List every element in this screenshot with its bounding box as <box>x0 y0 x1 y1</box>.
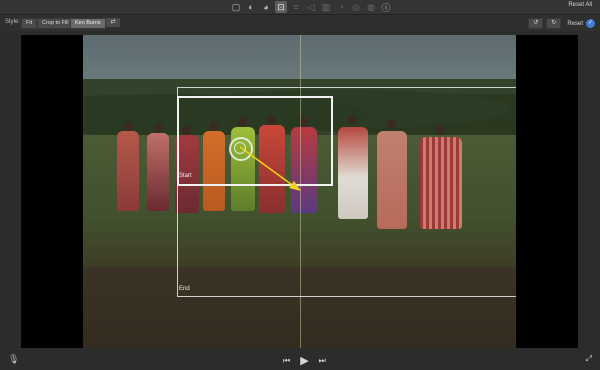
reset-all-button[interactable]: Reset All <box>568 2 592 8</box>
color-correction-icon[interactable]: ◕ <box>260 1 272 13</box>
play-icon[interactable]: ▶ <box>300 354 308 367</box>
crop-icon[interactable]: ▢ <box>230 1 242 13</box>
skip-back-icon[interactable]: ⏮ <box>283 356 290 366</box>
top-toolbar: ▢ ◐ ◕ ⊡ ⌗ ◁ ▥ ◔ ◎ ◍ ⓘ Reset All <box>0 0 600 15</box>
info-icon[interactable]: ⓘ <box>380 1 392 13</box>
style-bar: Style: Fit Crop to Fill Ken Burns ⇄ ↺ ↻ … <box>0 15 600 31</box>
skip-forward-icon[interactable]: ⏭ <box>319 356 326 366</box>
clip-filter-icon[interactable]: ◍ <box>365 1 377 13</box>
crop-to-fill-button[interactable]: Crop to Fill <box>37 18 74 29</box>
transport-controls: ⏮ ▶ ⏭ <box>283 354 326 367</box>
motion-arrow-icon <box>239 146 301 191</box>
fullscreen-icon[interactable]: ⤢ <box>586 354 592 364</box>
crop-controls: ↺ ↻ Reset ✓ <box>528 18 595 29</box>
fit-button[interactable]: Fit <box>21 18 38 29</box>
camera-icon[interactable]: ⌗ <box>290 1 302 13</box>
bottom-bar: 🎙 ⏮ ▶ ⏭ ⤢ <box>0 350 600 370</box>
viewer: Start End <box>21 35 578 348</box>
photo: Start End <box>83 35 516 348</box>
adjustment-tools: ▢ ◐ ◕ ⊡ ⌗ ◁ ▥ ◔ ◎ ◍ ⓘ <box>230 1 392 13</box>
noise-reduction-icon[interactable]: ▥ <box>320 1 332 13</box>
microphone-icon[interactable]: 🎙 <box>8 354 19 364</box>
reset-button[interactable]: Reset <box>567 21 583 27</box>
rotate-right-icon[interactable]: ↻ <box>546 18 562 29</box>
style-label: Style: <box>5 19 21 25</box>
speed-icon[interactable]: ◔ <box>335 1 347 13</box>
ken-burns-button[interactable]: Ken Burns <box>70 18 106 29</box>
color-balance-icon[interactable]: ◐ <box>245 1 257 13</box>
rotate-left-icon[interactable]: ↺ <box>528 18 544 29</box>
stabilization-icon[interactable]: ◎ <box>350 1 362 13</box>
volume-icon[interactable]: ◁ <box>305 1 317 13</box>
swap-start-end-button[interactable]: ⇄ <box>106 18 120 27</box>
apply-check-icon[interactable]: ✓ <box>586 19 595 28</box>
cropping-tool-icon[interactable]: ⊡ <box>275 1 287 13</box>
